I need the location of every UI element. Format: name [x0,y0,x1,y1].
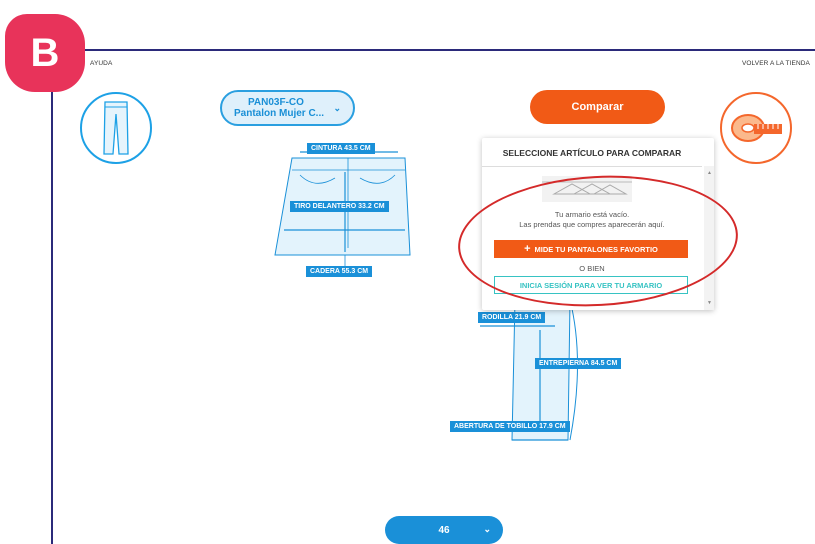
hip-measurement: CADERA 55.3 CM [306,266,373,277]
scroll-up-icon[interactable]: ▲ [707,170,712,176]
size-selector[interactable]: 46 ⌄ [385,516,503,544]
waist-measurement: CINTURA 43.5 CM [307,143,375,154]
scroll-down-icon[interactable]: ▼ [707,300,712,306]
size-value: 46 [438,524,450,536]
compare-panel-title: SELECCIONE ARTÍCULO PARA COMPARAR [502,148,682,158]
front-rise-measurement: TIRO DELANTERO 33.2 CM [290,201,389,212]
inseam-measurement: ENTREPIERNA 84.5 CM [535,358,622,369]
knee-measurement: RODILLA 21.9 CM [478,312,546,323]
panel-divider [482,166,702,167]
chevron-down-icon: ⌄ [483,524,491,534]
ankle-opening-measurement: ABERTURA DE TOBILLO 17.9 CM [450,421,570,432]
